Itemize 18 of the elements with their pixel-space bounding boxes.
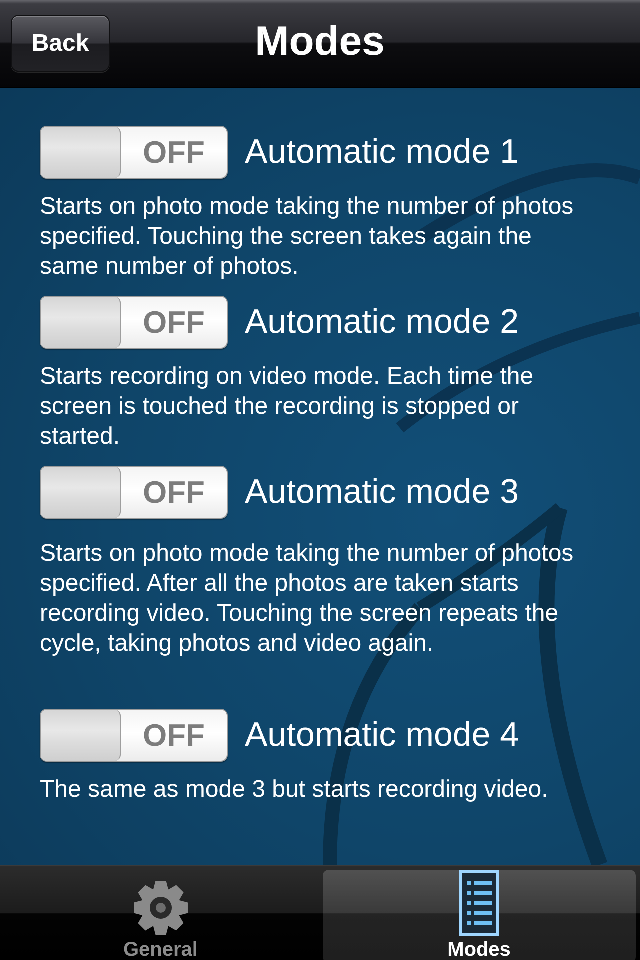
- back-button[interactable]: Back: [11, 15, 110, 72]
- mode-title: Automatic mode 4: [245, 716, 520, 755]
- mode-description: Starts recording on video mode. Each time the screen is touched the recording is stopped or started.: [40, 362, 535, 452]
- tab[interactable]: Modes: [322, 870, 636, 960]
- toggle-switch[interactable]: OFF: [40, 709, 228, 762]
- toggle-switch[interactable]: OFF: [40, 126, 228, 179]
- gear-icon: [132, 880, 189, 936]
- list-icon: [459, 870, 500, 936]
- mode-description: The same as mode 3 but starts recording video.: [40, 775, 550, 805]
- toggle-switch[interactable]: OFF: [40, 466, 228, 519]
- mode-title: Automatic mode 3: [245, 473, 520, 512]
- toggle-switch[interactable]: OFF: [40, 296, 228, 349]
- mode-title: Automatic mode 1: [245, 133, 520, 172]
- screen-title: Modes: [255, 18, 385, 65]
- mode-title: Automatic mode 2: [245, 303, 520, 342]
- mode-description: Starts on photo mode taking the number of photos specified. After all the photos are taken starts recording video. Touching the screen repeats the cycle, taking photos and video again.: [40, 539, 575, 659]
- tab[interactable]: General: [4, 870, 318, 960]
- mode-description: Starts on photo mode taking the number of photos specified. Touching the screen takes again the same number of photos.: [40, 192, 575, 282]
